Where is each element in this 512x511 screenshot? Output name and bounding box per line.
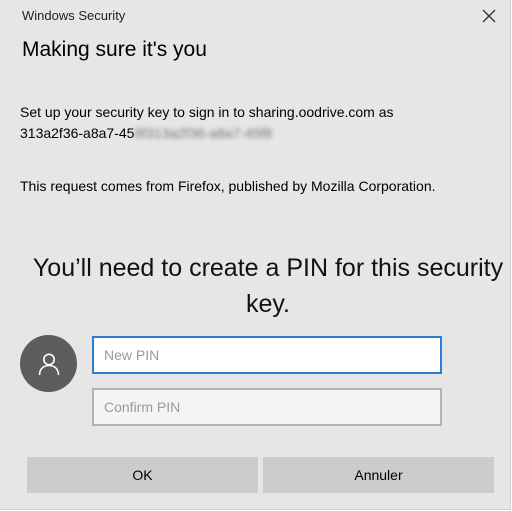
ok-button[interactable]: OK [27, 457, 258, 493]
user-id-blurred: 8f313a2f36-a8a7-45f8 [134, 125, 273, 141]
pin-prompt: You’ll need to create a PIN for this sec… [32, 254, 504, 318]
dialog-heading: Making sure it's you [22, 38, 207, 61]
cancel-button[interactable]: Annuler [263, 457, 494, 493]
user-icon [38, 353, 59, 375]
confirm-pin-input[interactable] [92, 388, 442, 426]
windows-security-dialog: Windows Security Making sure it's you Se… [0, 0, 511, 510]
setup-message: Set up your security key to sign in to s… [20, 102, 490, 144]
close-icon [482, 9, 496, 23]
setup-message-line: Set up your security key to sign in to s… [20, 104, 394, 120]
close-button[interactable] [478, 5, 500, 27]
new-pin-input[interactable] [92, 336, 442, 374]
request-origin-message: This request comes from Firefox, publish… [20, 178, 436, 194]
avatar [20, 335, 77, 392]
user-id-visible: 313a2f36-a8a7-45 [20, 125, 135, 141]
app-title: Windows Security [22, 8, 126, 23]
